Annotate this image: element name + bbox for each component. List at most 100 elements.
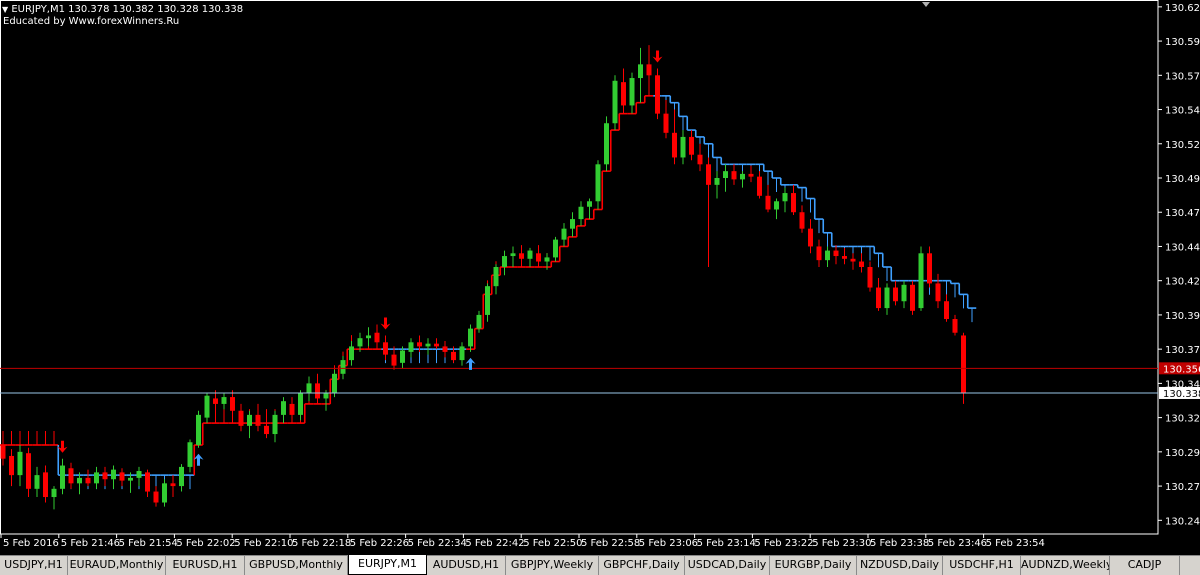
candle-body (595, 164, 601, 202)
time-tick-label: 5 Feb 22:34 (408, 538, 467, 549)
candle-body (213, 398, 218, 404)
chart-tab-eurjpy-m1[interactable]: EURJPY,M1 (348, 555, 427, 575)
candle-body (136, 471, 142, 478)
candle-body (553, 239, 558, 258)
candle-body (85, 477, 91, 484)
price-tick-label: 130.295 (1165, 448, 1200, 459)
candle-body (102, 472, 108, 480)
time-tick-label: 5 Feb 2016 (3, 538, 59, 549)
price-tick-label: 130.495 (1165, 174, 1200, 185)
candle-body (357, 338, 363, 347)
candle-body (60, 465, 65, 489)
candle-body (808, 228, 813, 247)
chart-tab-audnzd-weekly[interactable]: AUDNZD,Weekly (1021, 556, 1110, 575)
candle-body (272, 414, 278, 435)
candle-body (587, 201, 592, 207)
chart-tab-nzdusd-daily[interactable]: NZDUSD,Daily (857, 556, 943, 575)
sell-arrow-icon (652, 50, 663, 63)
chart-tab-cadjp[interactable]: CADJP (1110, 556, 1180, 575)
candle-body (833, 250, 839, 257)
candle-body (689, 136, 694, 155)
time-tick-label: 5 Feb 22:18 (292, 538, 351, 549)
time-tick-label: 5 Feb 22:58 (581, 538, 640, 549)
candle-body (204, 395, 210, 418)
candle-body (842, 256, 847, 259)
chart-tab-gbpusd-monthly[interactable]: GBPUSD,Monthly (245, 556, 348, 575)
candle-body (187, 442, 193, 467)
plot-frame (0, 0, 1159, 535)
candle-body (655, 75, 660, 114)
candle-body (697, 154, 703, 165)
price-tick-label: 130.595 (1165, 37, 1200, 48)
chart-tab-gbpchf-daily[interactable]: GBPCHF,Daily (599, 556, 685, 575)
indicator-caption: Educated by Www.forexWinners.Ru (3, 16, 180, 27)
price-tick-label: 130.395 (1165, 311, 1200, 322)
chart-tab-gbpjpy-weekly[interactable]: GBPJPY,Weekly (506, 556, 599, 575)
price-chart[interactable]: 130.620 130.595 130.570 130.545 130.520 130.4… (0, 0, 1200, 555)
candle-body (383, 342, 388, 355)
candle-body (748, 173, 754, 177)
price-tick-label: 130.245 (1165, 516, 1200, 527)
price-tick-label: 130.420 (1165, 277, 1200, 288)
candle-body (145, 472, 150, 492)
candle-body (391, 354, 397, 366)
price-tick-label: 130.470 (1165, 208, 1200, 219)
chart-tab-eurusd-h1[interactable]: EURUSD,H1 (166, 556, 245, 575)
time-tick-label: 5 Feb 21:46 (61, 538, 120, 549)
candle-body (111, 469, 116, 480)
candle-body (451, 351, 456, 361)
chart-tab-usdchf-h1[interactable]: USDCHF,H1 (943, 556, 1021, 575)
chart-window[interactable]: 130.620 130.595 130.570 130.545 130.520 130.4… (0, 0, 1200, 555)
candle-body (340, 360, 346, 374)
sell-arrow-icon (380, 317, 391, 330)
time-tick-label: 5 Feb 22:42 (465, 538, 524, 549)
candle-body (791, 193, 796, 213)
candle-body (825, 250, 830, 261)
price-tick-label: 130.270 (1165, 482, 1200, 493)
chart-tab-usdcad-daily[interactable]: USDCAD,Daily (685, 556, 770, 575)
red-line-price-label: 130.356 (1163, 364, 1200, 375)
candle-body (731, 171, 737, 180)
price-tick-label: 130.620 (1165, 3, 1200, 14)
candle-body (859, 261, 864, 267)
candle-body (374, 332, 380, 343)
candle-body (570, 219, 575, 229)
price-tick-label: 130.520 (1165, 140, 1200, 151)
time-tick-label: 5 Feb 22:02 (176, 538, 235, 549)
candle-body (952, 319, 958, 333)
candle-body (561, 228, 567, 240)
price-tick-label: 130.570 (1165, 71, 1200, 82)
candle-body (680, 136, 686, 158)
candle-body (77, 477, 82, 484)
chart-tab-usdjpy-h1[interactable]: USDJPY,H1 (0, 556, 68, 575)
candle-body (196, 414, 201, 445)
time-axis: 5 Feb 2016 5 Feb 21:465 Feb 21:545 Feb 22… (0, 534, 1045, 549)
candle-body (68, 468, 74, 484)
candle-body (527, 250, 533, 259)
candle-body (536, 253, 541, 262)
candle-body (867, 267, 873, 288)
candle-body (0, 445, 6, 459)
candle-body (434, 343, 439, 347)
shift-marker-icon[interactable] (922, 2, 930, 7)
collapse-triangle-icon[interactable]: ▼ (2, 5, 8, 14)
candle-body (519, 253, 524, 259)
candle-body (782, 193, 788, 202)
candle-body (289, 403, 295, 415)
time-tick-label: 5 Feb 23:46 (928, 538, 987, 549)
chart-symbol-title: ▼ EURJPY,M1 130.378 130.382 130.328 130.… (2, 4, 243, 16)
chart-tab-audusd-h1[interactable]: AUDUSD,H1 (427, 556, 506, 575)
candle-body (663, 113, 669, 133)
chart-tab-euraud-monthly[interactable]: EURAUD,Monthly (68, 556, 166, 575)
candle-body (323, 392, 329, 399)
time-tick-label: 5 Feb 23:14 (697, 538, 756, 549)
candle-body (672, 132, 677, 158)
candle-body (34, 475, 40, 489)
candle-body (935, 283, 941, 302)
candle-body (893, 287, 898, 302)
chart-tab-eurgbp-daily[interactable]: EURGBP,Daily (770, 556, 857, 575)
time-tick-label: 5 Feb 23:38 (870, 538, 929, 549)
candle-body (927, 253, 932, 284)
price-tick-label: 130.370 (1165, 345, 1200, 356)
candle-body (349, 346, 354, 361)
